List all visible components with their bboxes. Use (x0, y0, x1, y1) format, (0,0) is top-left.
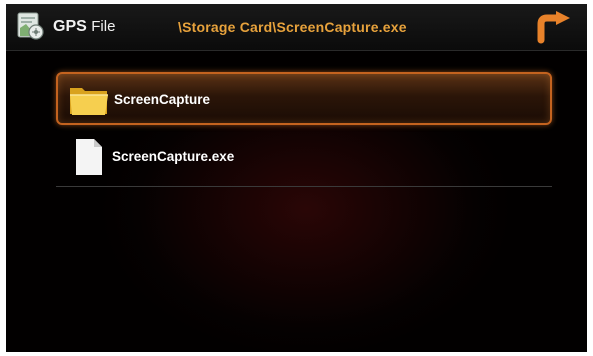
folder-icon (70, 88, 108, 115)
title-bar: GPS File \Storage Card\ScreenCapture.exe (6, 4, 587, 51)
list-item-label: ScreenCapture.exe (112, 149, 235, 164)
list-item-label: ScreenCapture (114, 92, 211, 107)
app-title: GPS File (53, 18, 115, 36)
app-title-sub: File (91, 18, 116, 35)
back-arrow-icon[interactable] (536, 10, 576, 46)
current-path: \Storage Card\ScreenCapture.exe (178, 19, 407, 35)
file-list: ScreenCapture ScreenCapture.exe (56, 72, 552, 187)
gps-file-icon (17, 12, 44, 40)
list-item-file[interactable]: ScreenCapture.exe (56, 131, 552, 187)
app-title-main: GPS (53, 18, 87, 35)
screen: GPS File \Storage Card\ScreenCapture.exe… (6, 4, 587, 352)
file-icon (76, 139, 102, 175)
list-item-folder[interactable]: ScreenCapture (56, 72, 552, 125)
